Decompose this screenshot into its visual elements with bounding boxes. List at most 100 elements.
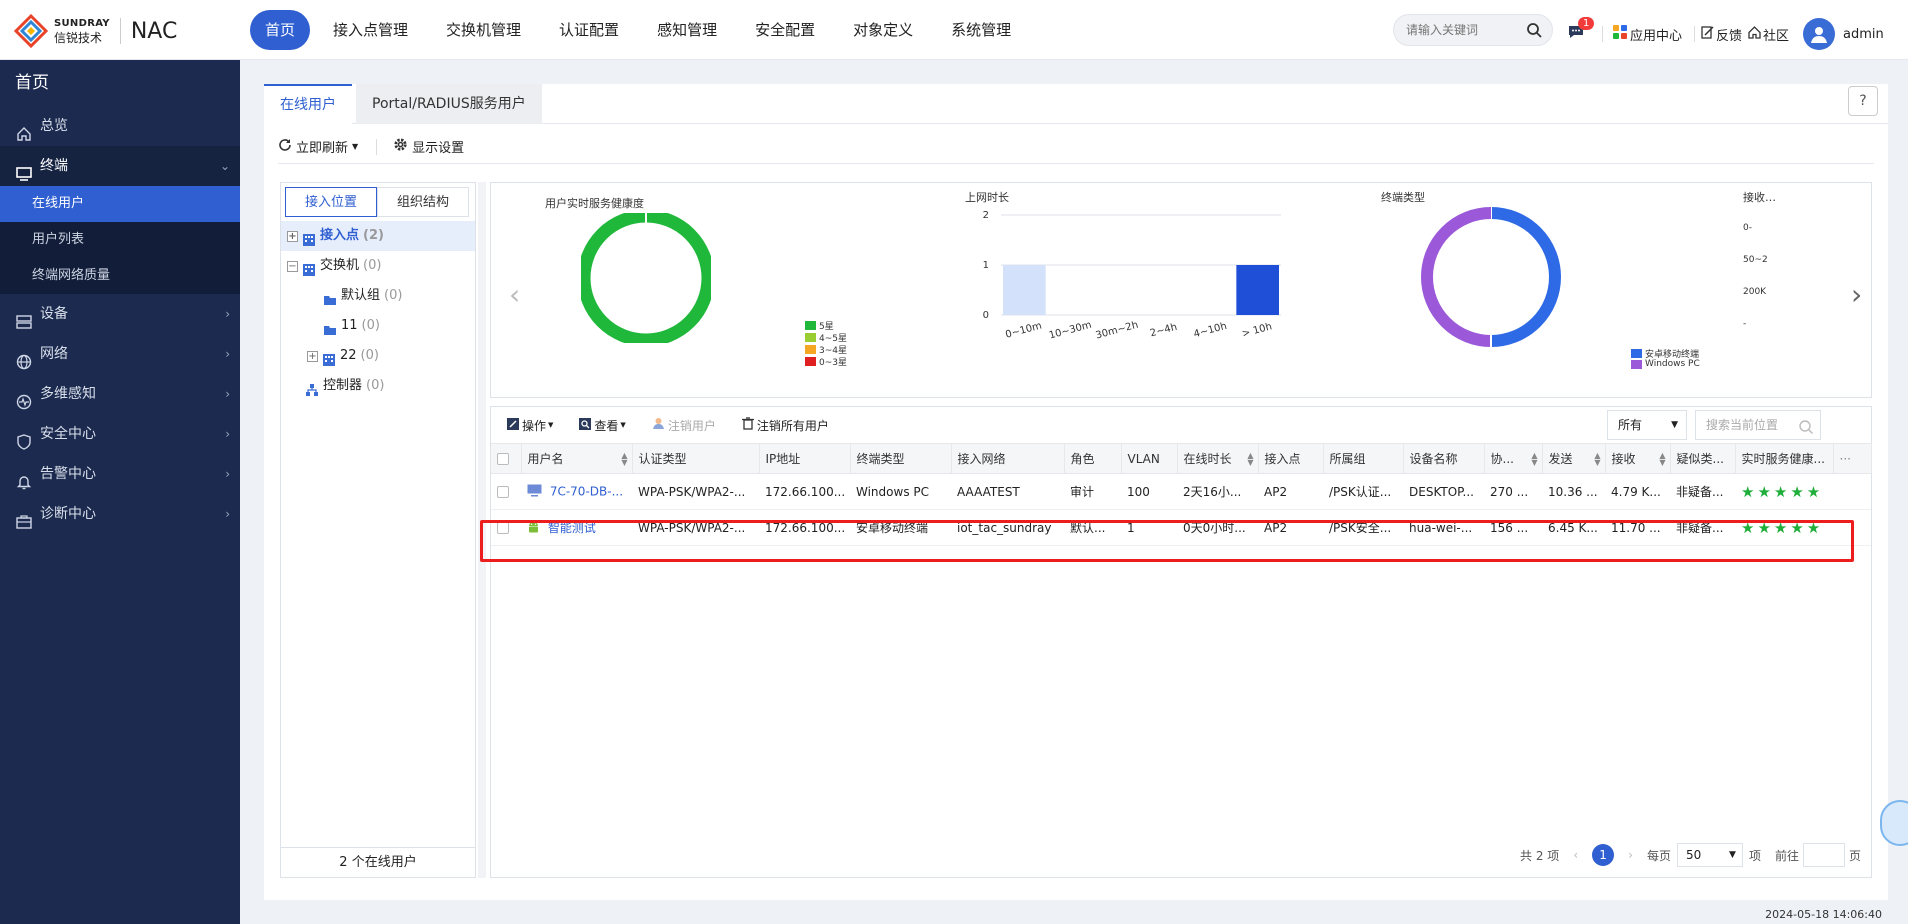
prev-page-icon[interactable]: ‹	[1573, 848, 1578, 862]
sidebar-item-security-center[interactable]: 安全中心 ›	[0, 414, 240, 454]
monitor-icon	[16, 158, 32, 181]
expand-icon[interactable]: +	[307, 350, 318, 362]
sidebar-sub-online-users[interactable]: 在线用户	[0, 186, 240, 222]
nav-object-definition[interactable]: 对象定义	[838, 10, 928, 50]
sidebar-item-alert-center[interactable]: 告警中心 ›	[0, 454, 240, 494]
timestamp: 2024-05-18 14:06:40	[1765, 908, 1882, 921]
chevron-right-icon[interactable]: ›	[1851, 278, 1862, 311]
legend-label: 0~3星	[819, 358, 847, 368]
collapse-icon[interactable]: −	[287, 260, 298, 272]
col-vlan[interactable]: VLAN	[1121, 443, 1178, 474]
col-health[interactable]: 实时服务健康...	[1735, 443, 1834, 474]
sidebar-item-terminal[interactable]: 终端 ⌄	[0, 146, 240, 186]
nav-home[interactable]: 首页	[250, 10, 311, 50]
sidebar-item-overview[interactable]: 总览	[0, 106, 240, 146]
tree-node-ap[interactable]: + 接入点 (2)	[281, 221, 475, 251]
nav-ap-management[interactable]: 接入点管理	[318, 10, 423, 50]
col-username[interactable]: 用户名 ▲ ▼	[521, 443, 633, 474]
cell-suspicious: 非疑备...	[1670, 473, 1735, 510]
col-access-network[interactable]: 接入网络	[951, 443, 1065, 474]
col-send[interactable]: 发送 ▲ ▼	[1542, 443, 1606, 474]
refresh-button[interactable]: 立即刷新 ▼	[278, 137, 358, 156]
sidebar-item-perception[interactable]: 多维感知 ›	[0, 374, 240, 414]
panel-splitter[interactable]	[478, 182, 486, 878]
message-button[interactable]: 1	[1568, 17, 1595, 43]
col-terminal-type[interactable]: 终端类型	[850, 443, 952, 474]
username-link[interactable]: 7C-70-DB-...	[550, 484, 623, 498]
product-name: NAC	[130, 18, 178, 44]
nav-perception[interactable]: 感知管理	[642, 10, 732, 50]
table-row[interactable]: 7C-70-DB-... WPA-PSK/WPA2-... 172.66.100…	[491, 473, 1871, 510]
user-menu[interactable]: admin	[1803, 18, 1884, 50]
sidebar-item-device[interactable]: 设备 ›	[0, 294, 240, 334]
tree-tab-location[interactable]: 接入位置	[285, 187, 377, 217]
tree-node-11[interactable]: 11 (0)	[281, 311, 475, 341]
col-ip[interactable]: IP地址	[759, 443, 851, 474]
chevron-right-icon: ›	[225, 467, 230, 481]
logout-all-button[interactable]: 注销所有用户	[741, 417, 829, 434]
receive-chart-title: 接收…	[1743, 191, 1776, 204]
table-row[interactable]: 智能测试 WPA-PSK/WPA2-... 172.66.100... 安卓移动…	[491, 509, 1871, 546]
app-center-button[interactable]: 应用中心	[1613, 25, 1682, 44]
tree-tab-organization[interactable]: 组织结构	[377, 187, 469, 217]
filter-select[interactable]: 所有 ▼	[1607, 410, 1687, 440]
col-online-duration[interactable]: 在线时长 ▲ ▼	[1177, 443, 1259, 474]
tree-node-count: (0)	[361, 318, 380, 333]
cell-ap: AP2	[1258, 473, 1323, 510]
tab-portal-radius-users[interactable]: Portal/RADIUS服务用户	[356, 84, 542, 124]
charts-panel: ‹ › 用户实时服务健康度 5星 4~5星 3~4星 0~3星 上网时长 0 1 2 0~1…	[490, 182, 1872, 398]
view-icon	[579, 417, 592, 433]
tree-node-switch[interactable]: − 交换机 (0)	[281, 251, 475, 281]
assistant-float-icon[interactable]	[1880, 800, 1908, 846]
tree-node-22[interactable]: + 22 (0)	[281, 341, 475, 371]
col-protocol[interactable]: 协... ▲ ▼	[1484, 443, 1543, 474]
nav-auth-config[interactable]: 认证配置	[544, 10, 634, 50]
goto-page-input[interactable]	[1802, 843, 1845, 867]
col-receive[interactable]: 接收 ▲ ▼	[1605, 443, 1671, 474]
sidebar-title: 首页	[15, 73, 49, 93]
expand-icon[interactable]: +	[287, 230, 298, 242]
edit-icon	[1701, 25, 1714, 43]
sidebar-sub-user-list[interactable]: 用户列表	[0, 222, 240, 258]
column-menu-button[interactable]: ···	[1833, 443, 1872, 474]
legend-item[interactable]: 0~3星	[805, 355, 847, 368]
logout-user-button[interactable]: 注销用户	[652, 417, 716, 434]
tree-node-default-group[interactable]: 默认组 (0)	[281, 281, 475, 311]
page-1-button[interactable]: 1	[1592, 844, 1615, 866]
nav-system[interactable]: 系统管理	[936, 10, 1026, 50]
select-all-checkbox[interactable]	[491, 443, 522, 474]
help-button[interactable]: ?	[1848, 86, 1878, 116]
col-ap[interactable]: 接入点	[1258, 443, 1324, 474]
tree-node-controller[interactable]: 控制器 (0)	[281, 371, 475, 401]
tab-online-users[interactable]: 在线用户	[264, 84, 352, 124]
sidebar-sub-network-quality[interactable]: 终端网络质量	[0, 258, 240, 294]
operate-button[interactable]: 操作 ▼	[507, 417, 553, 434]
caret-down-icon: ▼	[352, 142, 359, 151]
row-checkbox[interactable]	[491, 509, 521, 546]
col-role[interactable]: 角色	[1064, 443, 1122, 474]
page-size-select[interactable]: 50 ▼	[1676, 843, 1743, 867]
feedback-button[interactable]: 反馈	[1701, 25, 1742, 44]
global-search-input[interactable]	[1394, 15, 1514, 45]
sidebar-item-network[interactable]: 网络 ›	[0, 334, 240, 374]
col-auth-type[interactable]: 认证类型	[632, 443, 760, 474]
x-tick-label: > 10h	[1241, 321, 1273, 340]
nav-security-config[interactable]: 安全配置	[740, 10, 830, 50]
cell-send: 10.36 ...	[1542, 473, 1605, 510]
view-button[interactable]: 查看 ▼	[579, 417, 626, 434]
next-page-icon[interactable]: ›	[1628, 848, 1633, 862]
col-device-name[interactable]: 设备名称	[1403, 443, 1485, 474]
display-settings-button[interactable]: 显示设置	[393, 137, 464, 156]
username-link[interactable]: 智能测试	[548, 521, 596, 535]
community-button[interactable]: 社区	[1748, 25, 1789, 44]
sidebar-item-diagnosis-center[interactable]: 诊断中心 ›	[0, 494, 240, 534]
cell-recv: 11.70 ...	[1605, 509, 1670, 546]
col-group[interactable]: 所属组	[1323, 443, 1404, 474]
chevron-left-icon[interactable]: ‹	[509, 278, 520, 311]
table-search[interactable]: 搜索当前位置	[1695, 410, 1821, 440]
col-suspicious[interactable]: 疑似类...	[1670, 443, 1736, 474]
search-icon[interactable]	[1526, 22, 1542, 38]
legend-item[interactable]: Windows PC	[1631, 359, 1700, 369]
nav-switch-management[interactable]: 交换机管理	[431, 10, 536, 50]
row-checkbox[interactable]	[491, 473, 521, 510]
